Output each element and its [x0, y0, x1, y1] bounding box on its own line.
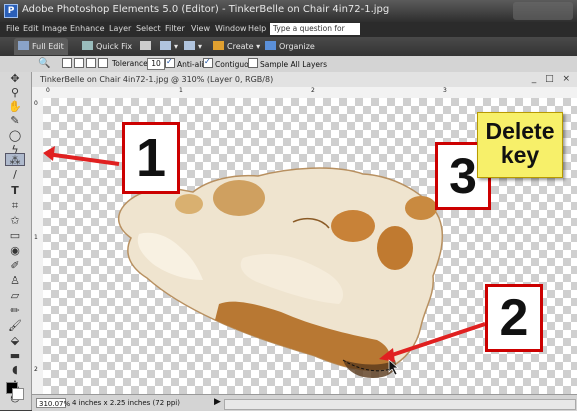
sample-all-layers-label: Sample All Layers: [260, 60, 328, 69]
magic-wand-option-icon: 🔍: [38, 58, 51, 69]
menu-select[interactable]: Select: [136, 24, 161, 33]
arrow-1-head: [43, 146, 55, 161]
toolbox: ✥ ⚲ ✋ ✎ ◯ ϟ ⁂ / T ⌗ ✩ ▭ ◉ ✐ ♙ ▱ ✏ 🖌 ⬙ ▬ …: [0, 72, 32, 410]
healing-brush-tool[interactable]: ✐: [5, 259, 25, 272]
sample-all-layers-check-icon[interactable]: [248, 58, 258, 68]
menu-enhance[interactable]: Enhance: [70, 24, 105, 33]
tab-full-edit[interactable]: Full Edit: [14, 38, 68, 55]
tab-full-edit-label: Full Edit: [32, 42, 64, 51]
ruler-top-label: 0: [46, 87, 50, 94]
document-dimensions: 4 inches x 2.25 inches (72 ppi): [72, 399, 180, 407]
tolerance-input-wrap[interactable]: 10: [145, 58, 167, 70]
eraser-tool[interactable]: ▱: [5, 289, 25, 302]
selection-brush-tool[interactable]: /: [5, 168, 25, 181]
tab-quick-fix-label: Quick Fix: [96, 42, 133, 51]
pencil-tool[interactable]: ✏: [5, 304, 25, 317]
type-tool[interactable]: T: [5, 184, 25, 197]
ruler-left-label: 2: [34, 366, 38, 373]
zoom-tool[interactable]: ⚲: [5, 86, 25, 99]
selection-mode-buttons[interactable]: [62, 58, 110, 71]
magic-wand-tool[interactable]: ⁂: [5, 153, 25, 167]
crop-tool[interactable]: ⌗: [5, 199, 25, 212]
create-label: Create: [227, 42, 254, 51]
cookie-cutter-tool[interactable]: ✩: [5, 214, 25, 227]
ruler-top-label: 3: [443, 87, 447, 94]
document-status-bar: 310.07% 4 inches x 2.25 inches (72 ppi) …: [32, 394, 577, 411]
organize-button[interactable]: Organize: [265, 40, 315, 53]
menu-bar: File Edit Image Enhance Layer Select Fil…: [0, 22, 577, 45]
mode-bar: Full Edit Quick Fix ▾ ▾ Create ▾ Organiz…: [0, 37, 577, 56]
eyedropper-tool[interactable]: ✎: [5, 114, 25, 127]
quick-fix-icon: [82, 41, 93, 50]
tab-quick-fix[interactable]: Quick Fix: [78, 38, 136, 55]
anti-alias-check-icon[interactable]: [165, 56, 175, 68]
ruler-top-label: 1: [179, 87, 183, 94]
order-prints-icon: [184, 41, 195, 50]
new-selection-icon[interactable]: [62, 58, 72, 68]
menu-view[interactable]: View: [191, 24, 210, 33]
ruler-left-label: 0: [34, 100, 38, 107]
zoom-field[interactable]: 310.07%: [36, 398, 70, 408]
menu-image[interactable]: Image: [42, 24, 67, 33]
document-window: TinkerBelle on Chair 4in72-1.jpg @ 310% …: [32, 72, 577, 411]
hand-tool[interactable]: ✋: [5, 100, 25, 113]
background-color-swatch[interactable]: [12, 388, 24, 400]
sample-all-layers-checkbox[interactable]: Sample All Layers: [248, 58, 327, 71]
share-icon: [160, 41, 171, 50]
arrow-1: [46, 152, 120, 166]
title-bar: P Adobe Photoshop Elements 5.0 (Editor) …: [0, 0, 577, 22]
menu-file[interactable]: File: [6, 24, 19, 33]
horizontal-scrollbar[interactable]: [224, 399, 576, 410]
image-canvas[interactable]: 1 2 3 Delete key: [43, 98, 577, 394]
printer-icon: [140, 41, 151, 50]
window-title: Adobe Photoshop Elements 5.0 (Editor) - …: [22, 4, 390, 15]
menu-edit[interactable]: Edit: [23, 24, 39, 33]
document-title: TinkerBelle on Chair 4in72-1.jpg @ 310% …: [40, 75, 274, 84]
delete-key-note: Delete key: [477, 112, 563, 178]
document-title-bar: TinkerBelle on Chair 4in72-1.jpg @ 310% …: [32, 72, 577, 88]
ruler-top-label: 2: [311, 87, 315, 94]
clone-stamp-tool[interactable]: ♙: [5, 274, 25, 287]
document-window-controls[interactable]: _ □ ×: [532, 72, 573, 87]
callout-2: 2: [485, 284, 543, 352]
ruler-left-label: 1: [34, 234, 38, 241]
status-menu-arrow-icon[interactable]: ▶: [214, 397, 221, 407]
organize-icon: [265, 41, 276, 50]
contiguous-check-icon[interactable]: [203, 56, 213, 68]
photoshop-app-icon: P: [4, 4, 18, 18]
red-eye-tool[interactable]: ◉: [5, 244, 25, 257]
create-icon: [213, 41, 224, 50]
callout-1: 1: [122, 122, 180, 194]
move-tool[interactable]: ✥: [5, 72, 25, 85]
full-edit-icon: [18, 41, 29, 50]
marquee-tool[interactable]: ◯: [5, 129, 25, 142]
order-prints-button[interactable]: ▾: [184, 40, 202, 53]
organize-label: Organize: [279, 42, 315, 51]
subtract-selection-icon[interactable]: [86, 58, 96, 68]
intersect-selection-icon[interactable]: [98, 58, 108, 68]
menu-filter[interactable]: Filter: [165, 24, 185, 33]
menu-layer[interactable]: Layer: [109, 24, 131, 33]
menu-help[interactable]: Help: [248, 24, 266, 33]
shape-tool[interactable]: ◖: [5, 363, 25, 376]
straighten-tool[interactable]: ▭: [5, 229, 25, 242]
menu-window[interactable]: Window: [215, 24, 247, 33]
help-search-input[interactable]: Type a question for help: [270, 23, 360, 45]
share-button[interactable]: ▾: [160, 40, 178, 53]
create-button[interactable]: Create ▾: [213, 40, 260, 53]
tool-options-bar: 🔍 Tolerance: 10 Anti-alias Contiguous Sa…: [0, 56, 577, 73]
print-button[interactable]: [140, 40, 154, 53]
window-controls[interactable]: [513, 2, 573, 20]
gradient-tool[interactable]: ▬: [5, 349, 25, 362]
paint-bucket-tool[interactable]: ⬙: [5, 334, 25, 347]
tolerance-input[interactable]: 10: [147, 58, 165, 70]
brush-tool[interactable]: 🖌: [5, 319, 25, 332]
add-selection-icon[interactable]: [74, 58, 84, 68]
sleeping-cat-image: [117, 167, 444, 378]
